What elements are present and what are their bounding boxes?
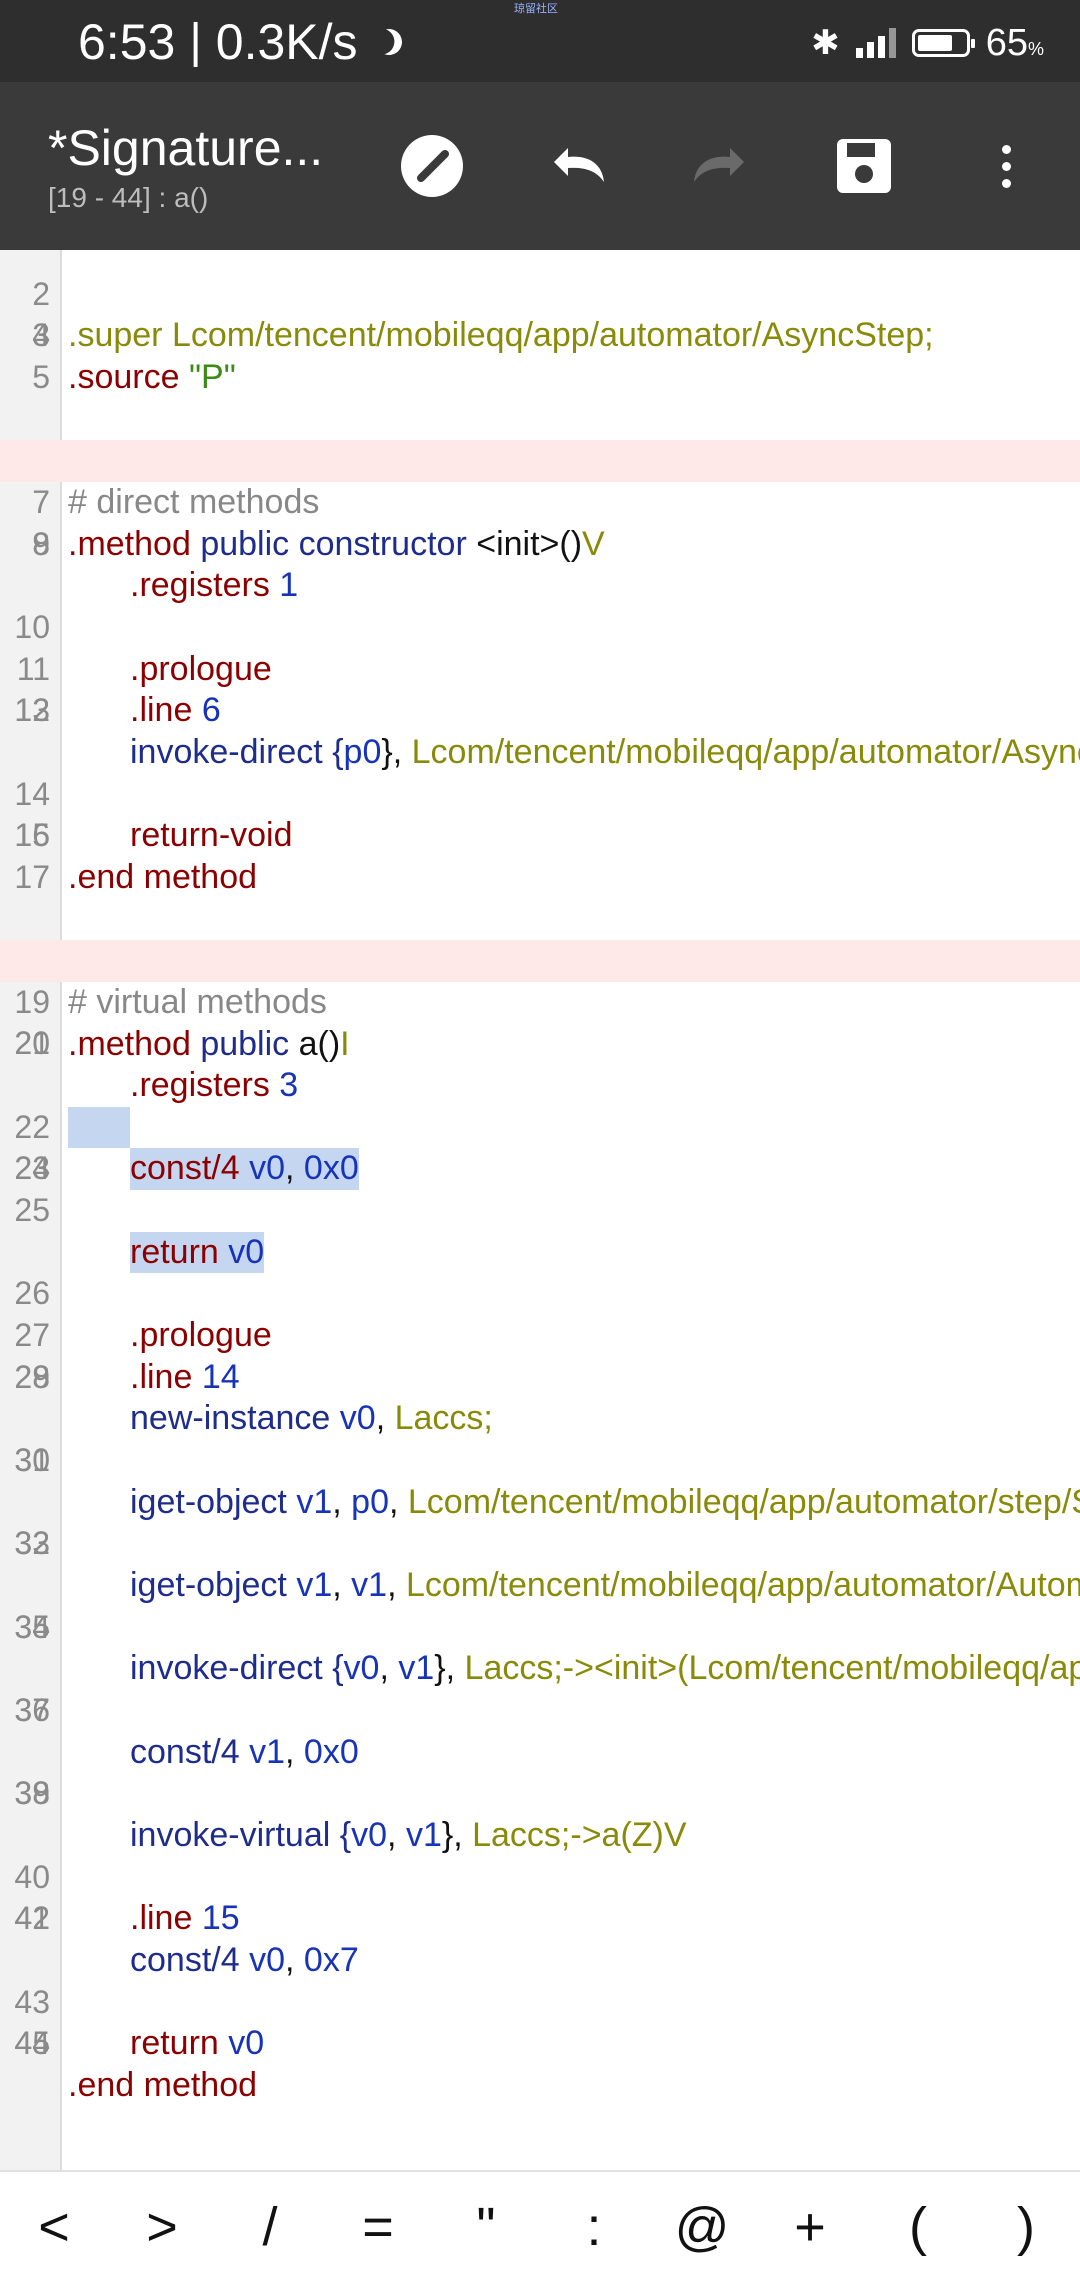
symbol-key-equals[interactable]: =: [333, 2196, 423, 2258]
code-line[interactable]: 44 .end method: [0, 1982, 1080, 2104]
code-line[interactable]: 18 # virtual methods: [0, 899, 1080, 1021]
code-line[interactable]: 39: [0, 1773, 1080, 1815]
code-line-selected[interactable]: 22 const/4 v0, 0x0: [0, 1065, 1080, 1191]
code-line[interactable]: 21: [0, 1023, 1080, 1065]
code-line[interactable]: 38 invoke-virtual {v0, v1}, Laccs;->a(Z)…: [0, 1732, 1080, 1854]
code-line[interactable]: 24: [0, 1148, 1080, 1190]
code-line[interactable]: 33: [0, 1523, 1080, 1565]
status-center-text: 琼留社区: [514, 3, 558, 15]
code-line[interactable]: 35: [0, 1607, 1080, 1649]
code-line[interactable]: 6 # direct methods: [0, 399, 1080, 521]
code-line[interactable]: 29: [0, 1357, 1080, 1399]
status-bar: 琼留社区 6:53 | 0.3K/s ✱ 65%: [0, 0, 1080, 82]
code-line[interactable]: 13: [0, 690, 1080, 732]
symbol-key-gt[interactable]: >: [117, 2196, 207, 2258]
more-icon[interactable]: [968, 128, 1044, 204]
code-line-highlighted[interactable]: 7 .method public constructor <init>()V: [0, 440, 1080, 563]
code-line[interactable]: 3 .source "P": [0, 274, 1080, 396]
symbol-key-colon[interactable]: :: [549, 2196, 639, 2258]
code-line[interactable]: 41 const/4 v0, 0x7: [0, 1857, 1080, 1979]
code-line[interactable]: 40 .line 15: [0, 1815, 1080, 1938]
code-line[interactable]: 9: [0, 524, 1080, 566]
separator: |: [189, 15, 202, 68]
code-line[interactable]: 17: [0, 857, 1080, 899]
symbol-key-at[interactable]: @: [657, 2196, 747, 2258]
code-line[interactable]: 11 .line 6: [0, 607, 1080, 730]
battery-percent: 65%: [985, 21, 1044, 64]
clock: 6:53: [78, 14, 176, 70]
code-line[interactable]: 30 iget-object v1, p0, Lcom/tencent/mobi…: [0, 1398, 1080, 1521]
code-line[interactable]: 14 return-void: [0, 732, 1080, 855]
code-editor[interactable]: 2 .super Lcom/tencent/mobileqq/app/autom…: [0, 250, 1080, 2170]
symbol-key-lparen[interactable]: (: [873, 2196, 963, 2258]
file-title: *Signature...: [48, 120, 324, 176]
code-line[interactable]: 34 invoke-direct {v0, v1}, Laccs;-><init…: [0, 1565, 1080, 1688]
compass-icon[interactable]: [394, 128, 470, 204]
battery-icon: [911, 29, 975, 57]
code-line[interactable]: 27 .line 14: [0, 1273, 1080, 1396]
code-line[interactable]: 16: [0, 815, 1080, 857]
signal-icon: [855, 28, 896, 58]
code-line[interactable]: 20 .registers 3: [0, 982, 1080, 1104]
code-line[interactable]: 5: [0, 357, 1080, 399]
code-line[interactable]: 4: [0, 315, 1080, 357]
symbol-key-bar: < > / = " : @ + ( ): [0, 2170, 1080, 2282]
code-line[interactable]: 25: [0, 1190, 1080, 1232]
code-line[interactable]: 45: [0, 2023, 1080, 2065]
net-speed: 0.3K/s: [215, 14, 358, 70]
code-line[interactable]: 36 const/4 v1, 0x0: [0, 1648, 1080, 1771]
symbol-key-plus[interactable]: +: [765, 2196, 855, 2258]
moon-icon: [372, 25, 405, 58]
code-line[interactable]: 15 .end method: [0, 774, 1080, 896]
code-line[interactable]: 42: [0, 1898, 1080, 1940]
symbol-key-rparen[interactable]: ): [981, 2196, 1071, 2258]
status-left: 6:53 | 0.3K/s: [78, 12, 402, 72]
code-line-highlighted[interactable]: 19 .method public a()I: [0, 940, 1080, 1063]
code-lines[interactable]: 2 .super Lcom/tencent/mobileqq/app/autom…: [0, 250, 1080, 2104]
code-line[interactable]: 26 .prologue: [0, 1232, 1080, 1354]
symbol-key-quote[interactable]: ": [441, 2196, 531, 2258]
code-line-selected[interactable]: 23 return v0: [0, 1106, 1080, 1274]
app-toolbar: *Signature... [19 - 44] : a(): [0, 82, 1080, 250]
code-line[interactable]: 31: [0, 1440, 1080, 1482]
symbol-key-lt[interactable]: <: [9, 2196, 99, 2258]
status-right: ✱ 65%: [811, 18, 1044, 68]
code-line[interactable]: 32 iget-object v1, v1, Lcom/tencent/mobi…: [0, 1482, 1080, 1604]
code-line[interactable]: 2 .super Lcom/tencent/mobileqq/app/autom…: [0, 250, 1080, 355]
code-line[interactable]: 37: [0, 1690, 1080, 1732]
save-icon[interactable]: [826, 128, 902, 204]
code-line[interactable]: 10 .prologue: [0, 565, 1080, 688]
code-line[interactable]: 43 return v0: [0, 1940, 1080, 2063]
code-line[interactable]: 12 invoke-direct {p0}, Lcom/tencent/mobi…: [0, 649, 1080, 771]
undo-icon[interactable]: [540, 128, 616, 204]
code-line[interactable]: 8 .registers 1: [0, 482, 1080, 605]
bluetooth-icon: ✱: [811, 24, 840, 62]
redo-icon[interactable]: [682, 128, 758, 204]
selection-range: [19 - 44] : a(): [48, 182, 209, 213]
symbol-key-slash[interactable]: /: [225, 2196, 315, 2258]
code-line[interactable]: 28 new-instance v0, Laccs;: [0, 1315, 1080, 1438]
